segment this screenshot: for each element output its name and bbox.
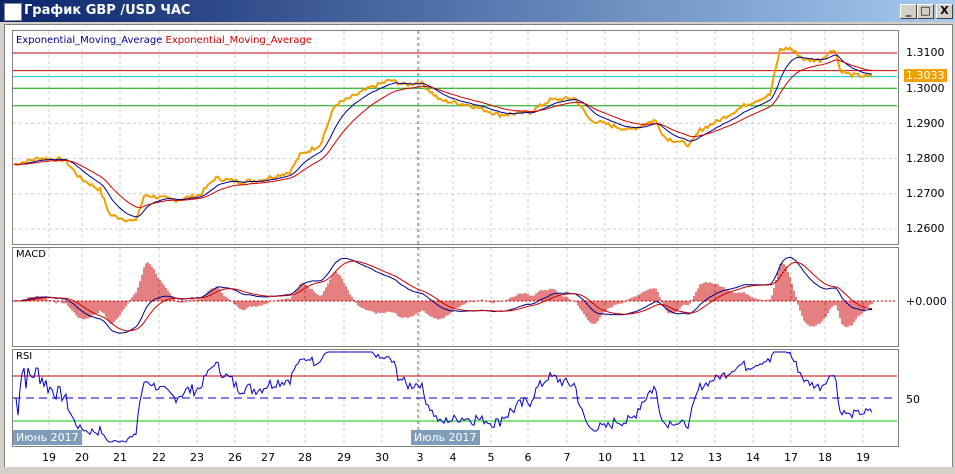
date-tick: 21 [113,451,127,464]
legend: Exponential_Moving_Average Exponential_M… [16,35,312,46]
date-tick: 14 [746,451,760,464]
date-tick: 6 [524,451,532,464]
month-label-june: Июнь 2017 [13,430,82,445]
date-tick: 19 [42,451,56,464]
date-tick: 3 [416,451,424,464]
date-tick: 5 [487,451,495,464]
date-tick: 27 [261,451,275,464]
month-label-july: Июль 2017 [411,430,480,445]
date-tick: 28 [298,451,312,464]
ema-slow-line [13,59,873,209]
macd-label: MACD [16,249,46,260]
date-tick: 18 [818,451,832,464]
y-tick: 1.2600 [906,222,945,235]
macd-line [13,256,873,334]
ema-fast-line [13,54,873,218]
date-tick: 11 [632,451,646,464]
y-tick: 1.2800 [906,152,945,165]
last-price-badge: 1.3033 [904,69,947,82]
date-tick: 22 [152,451,166,464]
y-tick: 1.3100 [906,46,945,59]
date-tick: 12 [670,451,684,464]
rsi-level-label: 50 [906,393,920,406]
date-tick: 7 [563,451,571,464]
legend-ema-slow: Exponential_Moving_Average [165,35,312,46]
chart-plot [13,31,897,445]
date-tick: 20 [75,451,89,464]
date-tick: 29 [337,451,351,464]
date-tick: 30 [375,451,389,464]
date-tick: 4 [449,451,457,464]
macd-zero-label: +0.000 [906,295,947,308]
date-tick: 23 [190,451,204,464]
macd-signal-line [14,260,873,332]
rsi-line [14,351,873,443]
date-tick: 26 [228,451,242,464]
y-tick: 1.2700 [906,187,945,200]
date-tick: 10 [598,451,612,464]
date-tick: 19 [856,451,870,464]
date-tick: 13 [708,451,722,464]
rsi-label: RSI [16,351,33,362]
y-tick: 1.2900 [906,117,945,130]
date-tick: 17 [784,451,798,464]
legend-ema-fast: Exponential_Moving_Average [16,35,163,46]
price-line [13,46,873,223]
y-tick: 1.3000 [906,82,945,95]
status-bar [0,467,955,474]
